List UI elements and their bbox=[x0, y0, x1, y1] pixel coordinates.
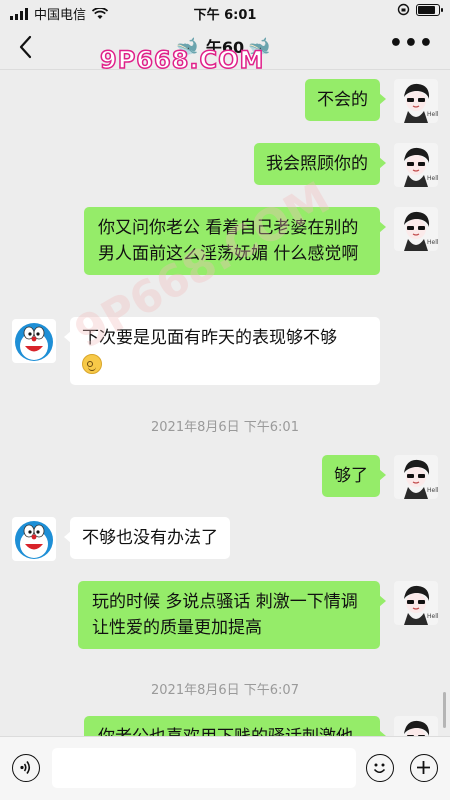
message-bubble[interactable]: 你老公也喜欢用下贱的骚话刺激他 bbox=[84, 716, 386, 736]
message-text: 下次要是见面有昨天的表现够不够 bbox=[82, 328, 337, 348]
message-bubble[interactable]: 不会的 bbox=[305, 79, 386, 121]
smile-emoji-icon bbox=[82, 354, 102, 374]
avatar[interactable] bbox=[12, 517, 56, 561]
avatar[interactable]: Hello bbox=[394, 79, 438, 123]
svg-text:Hello: Hello bbox=[427, 175, 438, 182]
svg-text:Hello: Hello bbox=[427, 111, 438, 118]
voice-icon[interactable] bbox=[12, 754, 40, 782]
svg-text:Hello: Hello bbox=[427, 613, 438, 620]
status-bar: 中国电信 下午 6:01 bbox=[0, 0, 450, 24]
rotation-lock-icon bbox=[397, 3, 410, 16]
battery-level bbox=[418, 5, 435, 14]
message-bubble[interactable]: 我会照顾你的 bbox=[254, 143, 386, 185]
message-bubble[interactable]: 玩的时候 多说点骚话 刺激一下情调 让性爱的质量更加提高 bbox=[78, 581, 386, 649]
avatar[interactable]: Hello bbox=[394, 143, 438, 187]
avatar[interactable] bbox=[12, 319, 56, 363]
site-watermark: 9P668.COM bbox=[99, 45, 265, 75]
message-input[interactable] bbox=[52, 748, 356, 788]
timestamp: 2021年8月6日 下午6:01 bbox=[151, 420, 299, 435]
input-bar bbox=[0, 736, 450, 800]
status-time: 下午 6:01 bbox=[193, 8, 257, 23]
avatar[interactable]: Hello bbox=[394, 455, 438, 499]
svg-text:Hello: Hello bbox=[427, 487, 438, 494]
avatar[interactable]: Hello bbox=[394, 581, 438, 625]
scrollbar[interactable] bbox=[443, 692, 446, 728]
plus-icon[interactable] bbox=[410, 754, 438, 782]
more-icon[interactable]: ••• bbox=[389, 33, 434, 55]
svg-text:Hello: Hello bbox=[427, 239, 438, 246]
battery-icon bbox=[416, 3, 443, 16]
message-bubble[interactable]: 够了 bbox=[322, 455, 386, 497]
avatar[interactable]: Hello bbox=[394, 207, 438, 251]
timestamp: 2021年8月6日 下午6:07 bbox=[151, 683, 299, 698]
message-bubble[interactable]: 你又问你老公 看着自己老婆在别的男人面前这么淫荡妩媚 什么感觉啊 bbox=[84, 207, 386, 275]
message-bubble[interactable]: 不够也没有办法了 bbox=[64, 517, 230, 559]
emoji-icon[interactable] bbox=[366, 754, 394, 782]
avatar[interactable]: Hello bbox=[394, 716, 438, 736]
chat-area[interactable]: 不会的 Hello 我会照顾你的 Hello 你又问你老公 看着自己老婆在别的男… bbox=[0, 71, 450, 736]
message-bubble[interactable]: 下次要是见面有昨天的表现够不够 bbox=[64, 317, 380, 385]
